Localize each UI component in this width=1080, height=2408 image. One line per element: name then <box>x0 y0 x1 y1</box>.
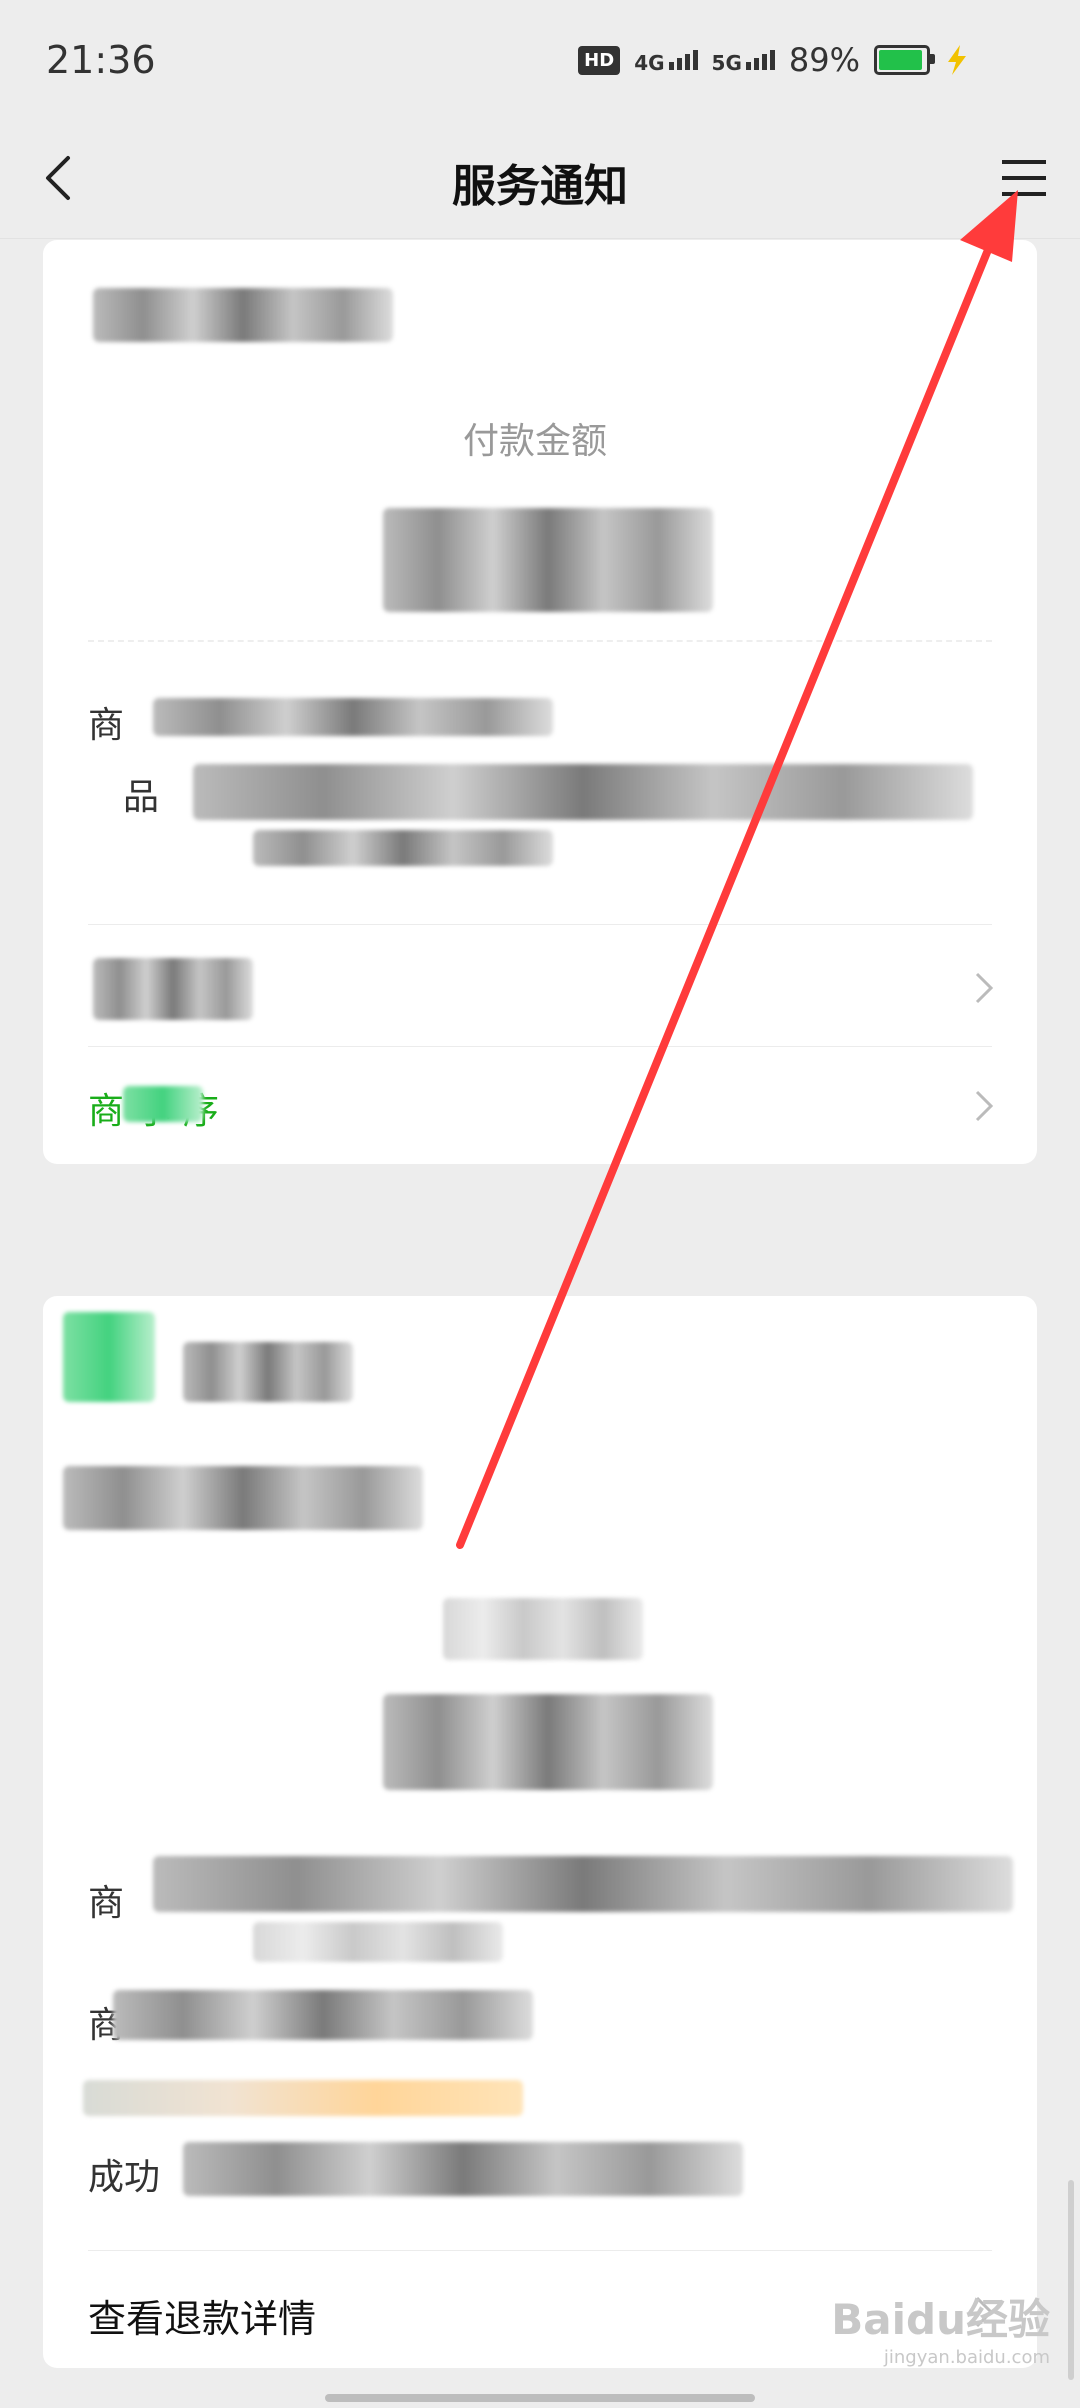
watermark: Baidu经验 jingyan.baidu.com <box>831 2295 1050 2368</box>
goods-label: 商 <box>88 1883 125 1924</box>
navigation-bar: 服务通知 <box>0 120 1080 239</box>
signal-5g-icon: 5G <box>712 46 775 75</box>
chevron-right-icon <box>971 968 997 1008</box>
battery-icon <box>874 45 935 75</box>
sender-name-redacted <box>93 288 393 342</box>
refund-method-redacted <box>83 2080 523 2116</box>
view-refund-details-link[interactable]: 查看退款详情 <box>88 2288 316 2343</box>
divider <box>88 1046 992 1047</box>
app-name-redacted <box>183 1342 353 1402</box>
title-redacted <box>63 1466 423 1530</box>
amount-label-redacted <box>443 1598 643 1660</box>
charging-icon <box>948 45 966 75</box>
detail-row-redacted[interactable] <box>93 958 253 1020</box>
signal-4g-icon: 4G <box>634 46 698 75</box>
chevron-right-icon <box>971 1086 997 1126</box>
goods-redacted <box>153 1856 1013 1912</box>
merchant-redacted <box>113 1990 533 2040</box>
goods-label: 品 <box>123 777 160 818</box>
menu-button[interactable] <box>992 146 1056 210</box>
status-time: 21:36 <box>46 38 156 82</box>
status-bar: 21:36 HD 4G 5G 89% <box>0 0 1080 120</box>
goods-redacted-line2 <box>253 1922 503 1962</box>
divider <box>88 2250 992 2251</box>
success-time-redacted <box>183 2142 743 2196</box>
status-icons: HD 4G 5G 89% <box>578 40 970 80</box>
dashed-divider <box>88 640 992 642</box>
merchant-redacted <box>153 698 553 736</box>
app-logo-redacted <box>63 1312 155 1402</box>
divider <box>88 924 992 925</box>
miniprogram-name-redacted <box>123 1086 203 1122</box>
page-title: 服务通知 <box>452 161 628 212</box>
goods-redacted-line2 <box>253 830 553 866</box>
home-indicator <box>325 2394 755 2402</box>
merchant-label: 商 <box>88 705 125 746</box>
goods-redacted <box>193 764 973 820</box>
refund-notification-card: 商 商 成功 查看退款详情 <box>43 1296 1037 2368</box>
amount-redacted <box>383 508 713 612</box>
amount-redacted <box>383 1694 713 1790</box>
success-label: 成功 <box>88 2157 161 2198</box>
amount-label: 付款金额 <box>463 421 608 462</box>
hd-badge: HD <box>578 45 621 75</box>
payment-notification-card: 付款金额 商 品 商 小 序 <box>43 240 1037 1164</box>
scroll-indicator <box>1068 2180 1074 2380</box>
battery-percentage: 89% <box>788 41 860 79</box>
